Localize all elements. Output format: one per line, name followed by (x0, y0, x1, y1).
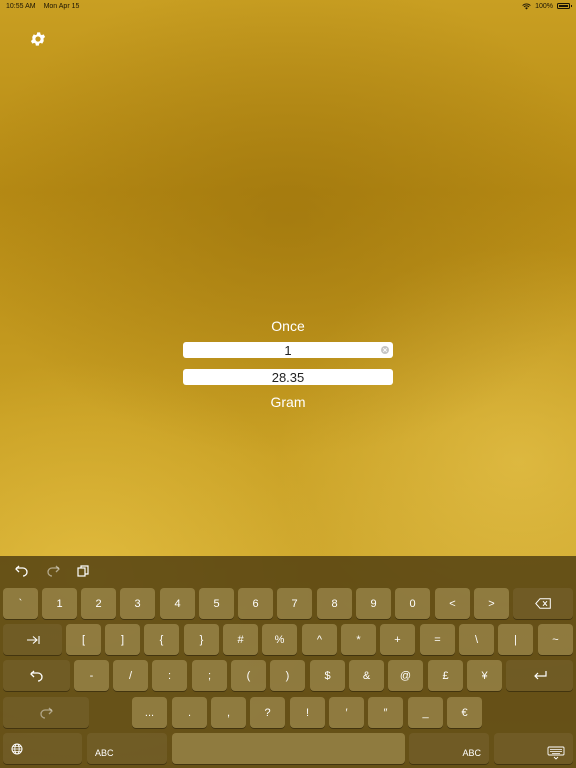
key-at[interactable]: @ (388, 660, 423, 691)
undo-key-icon (29, 670, 43, 682)
return-key[interactable] (506, 660, 573, 691)
key-tilde[interactable]: ~ (538, 624, 573, 655)
converter-panel: Once Gram (183, 318, 393, 411)
key-open-bracket[interactable]: [ (66, 624, 101, 655)
from-value-field[interactable] (183, 342, 393, 358)
key-pound[interactable]: £ (428, 660, 463, 691)
paste-icon (77, 565, 89, 577)
space-bar[interactable] (172, 733, 405, 764)
return-icon (533, 671, 547, 680)
key-0[interactable]: 0 (395, 588, 430, 619)
undo-icon (15, 565, 28, 577)
tab-icon (26, 635, 40, 644)
key-dollar[interactable]: $ (310, 660, 345, 691)
globe-icon (11, 743, 23, 755)
key-7[interactable]: 7 (277, 588, 312, 619)
key-question[interactable]: ? (250, 697, 285, 728)
redo-button[interactable] (45, 563, 61, 579)
key-equals[interactable]: = (420, 624, 455, 655)
settings-button[interactable] (28, 29, 48, 49)
key-9[interactable]: 9 (356, 588, 391, 619)
key-close-brace[interactable]: } (184, 624, 219, 655)
keyboard: ` 1 2 3 4 5 6 7 8 9 0 < > [ ] { } # % ^ … (0, 556, 576, 768)
key-percent[interactable]: % (262, 624, 297, 655)
key-open-paren[interactable]: ( (231, 660, 266, 691)
status-time: 10:55 AM (6, 2, 36, 10)
key-double-prime[interactable]: ″ (368, 697, 403, 728)
key-backtick[interactable]: ` (3, 588, 38, 619)
key-4[interactable]: 4 (160, 588, 195, 619)
key-slash[interactable]: / (113, 660, 148, 691)
battery-percent: 100% (535, 2, 553, 10)
delete-key[interactable] (513, 588, 573, 619)
key-colon[interactable]: : (152, 660, 187, 691)
key-semicolon[interactable]: ; (192, 660, 227, 691)
key-plus[interactable]: + (380, 624, 415, 655)
status-bar: 10:55 AM Mon Apr 15 100% (0, 0, 576, 12)
key-backslash[interactable]: \ (459, 624, 494, 655)
abc-key-left[interactable]: ABC (87, 733, 167, 764)
to-value-field[interactable] (183, 369, 393, 385)
key-close-bracket[interactable]: ] (105, 624, 140, 655)
to-value-input[interactable] (183, 369, 393, 385)
key-greater-than[interactable]: > (474, 588, 509, 619)
dismiss-keyboard-key[interactable] (494, 733, 573, 764)
key-caret[interactable]: ^ (302, 624, 337, 655)
key-ampersand[interactable]: & (349, 660, 384, 691)
key-prime[interactable]: ′ (329, 697, 364, 728)
key-less-than[interactable]: < (435, 588, 470, 619)
key-3[interactable]: 3 (120, 588, 155, 619)
key-close-paren[interactable]: ) (270, 660, 305, 691)
paste-button[interactable] (75, 563, 91, 579)
wifi-icon (522, 3, 531, 9)
gear-icon (30, 32, 46, 46)
key-exclamation[interactable]: ! (290, 697, 325, 728)
from-unit-label[interactable]: Once (271, 318, 304, 335)
battery-icon (557, 3, 572, 9)
key-ellipsis[interactable]: ... (132, 697, 167, 728)
key-1[interactable]: 1 (42, 588, 77, 619)
key-open-brace[interactable]: { (144, 624, 179, 655)
key-dash[interactable]: - (74, 660, 109, 691)
key-6[interactable]: 6 (238, 588, 273, 619)
redo-key[interactable] (3, 697, 89, 728)
redo-key-icon (40, 707, 53, 719)
keyboard-shortcut-bar (0, 556, 576, 586)
key-8[interactable]: 8 (317, 588, 352, 619)
key-2[interactable]: 2 (81, 588, 116, 619)
undo-key[interactable] (3, 660, 70, 691)
key-5[interactable]: 5 (199, 588, 234, 619)
backspace-icon (535, 598, 551, 609)
key-period[interactable]: . (172, 697, 207, 728)
key-underscore[interactable]: _ (408, 697, 443, 728)
key-euro[interactable]: € (447, 697, 482, 728)
key-comma[interactable]: , (211, 697, 246, 728)
from-value-input[interactable] (183, 342, 393, 358)
tab-key[interactable] (3, 624, 62, 655)
undo-button[interactable] (14, 563, 30, 579)
status-date: Mon Apr 15 (43, 2, 80, 10)
abc-key-right[interactable]: ABC (409, 733, 489, 764)
key-pipe[interactable]: | (498, 624, 533, 655)
clear-icon[interactable] (381, 346, 389, 354)
globe-key[interactable] (3, 733, 82, 764)
key-hash[interactable]: # (223, 624, 258, 655)
key-yen[interactable]: ¥ (467, 660, 502, 691)
redo-icon (47, 565, 60, 577)
keyboard-dismiss-icon (547, 746, 565, 760)
key-asterisk[interactable]: * (341, 624, 376, 655)
to-unit-label[interactable]: Gram (271, 394, 306, 411)
